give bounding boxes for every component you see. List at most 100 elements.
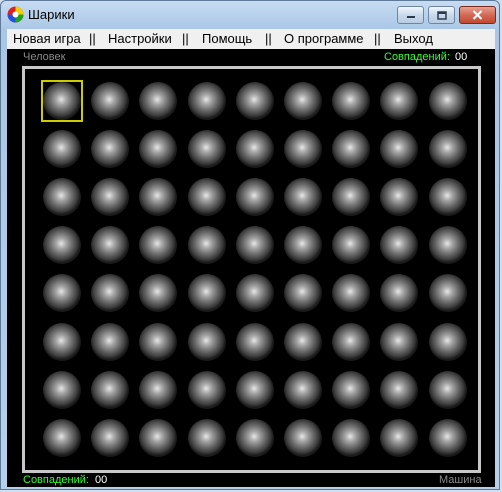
ball[interactable] [139,322,178,361]
player-bottom-matches-label: Совпадений: [23,474,89,486]
ball[interactable] [187,82,226,120]
window-title: Шарики [28,7,75,22]
menu-new-game[interactable]: Новая игра [13,31,81,46]
player-bottom-matches-value: 00 [95,474,108,486]
minimize-icon [406,16,415,18]
ball[interactable] [187,322,226,361]
ball[interactable] [91,82,130,120]
ball[interactable] [380,226,419,265]
ball[interactable] [91,322,130,361]
menu-help[interactable]: Помощь [202,31,252,46]
ball[interactable] [139,130,178,169]
menu-separator: || [89,31,96,46]
app-icon [7,6,24,23]
ball[interactable] [380,370,419,409]
ball[interactable] [284,322,322,361]
ball[interactable] [428,274,467,313]
selection-cursor [41,80,83,122]
ball[interactable] [187,418,226,457]
ball[interactable] [235,370,274,409]
ball[interactable] [428,418,467,457]
ball[interactable] [284,130,322,169]
menu-separator: || [265,31,272,46]
ball[interactable] [187,130,226,169]
ball[interactable] [428,130,467,169]
ball[interactable] [332,370,371,409]
ball[interactable] [284,82,322,120]
player-top-name: Человек [23,51,66,63]
ball[interactable] [43,226,81,265]
player-bottom-name: Машина [439,474,482,486]
menu-bar: Новая игра || Настройки || Помощь || О п… [7,29,495,49]
ball[interactable] [235,322,274,361]
ball[interactable] [284,418,322,457]
ball[interactable] [187,274,226,313]
ball[interactable] [187,370,226,409]
ball[interactable] [284,274,322,313]
ball[interactable] [139,370,178,409]
ball[interactable] [139,274,178,313]
ball[interactable] [235,130,274,169]
ball[interactable] [428,370,467,409]
ball[interactable] [380,274,419,313]
player-top-matches-label: Совпадений: [384,51,450,63]
ball[interactable] [284,178,322,217]
ball[interactable] [139,178,178,217]
ball[interactable] [235,226,274,265]
ball[interactable] [91,370,130,409]
ball[interactable] [43,130,81,169]
ball[interactable] [380,82,419,120]
ball[interactable] [139,226,178,265]
ball[interactable] [428,178,467,217]
ball[interactable] [284,226,322,265]
close-icon [472,10,483,20]
game-window: Шарики Новая игра || Настройки || Помощь… [0,0,500,490]
menu-exit[interactable]: Выход [394,31,433,46]
game-area: Человек Совпадений: 00 Совпадений: 00 Ма… [7,49,495,487]
menu-separator: || [374,31,381,46]
ball[interactable] [91,226,130,265]
maximize-button[interactable] [428,6,455,24]
menu-separator: || [182,31,189,46]
ball[interactable] [332,82,371,120]
ball[interactable] [187,226,226,265]
ball[interactable] [380,178,419,217]
ball[interactable] [428,82,467,120]
ball[interactable] [235,82,274,120]
title-bar[interactable]: Шарики [1,1,501,29]
ball[interactable] [139,418,178,457]
ball[interactable] [235,418,274,457]
ball[interactable] [43,370,81,409]
ball[interactable] [187,178,226,217]
ball[interactable] [332,130,371,169]
ball[interactable] [380,418,419,457]
ball[interactable] [284,370,322,409]
ball[interactable] [43,274,81,313]
menu-about[interactable]: О программе [284,31,364,46]
ball[interactable] [428,226,467,265]
ball[interactable] [332,322,371,361]
ball[interactable] [428,322,467,361]
ball[interactable] [332,178,371,217]
ball[interactable] [332,418,371,457]
ball[interactable] [380,322,419,361]
ball[interactable] [380,130,419,169]
maximize-icon [436,10,447,20]
ball[interactable] [43,178,81,217]
ball[interactable] [235,274,274,313]
ball[interactable] [332,226,371,265]
game-board [22,66,481,473]
ball[interactable] [91,130,130,169]
player-top-matches-value: 00 [455,51,468,63]
ball[interactable] [91,178,130,217]
ball[interactable] [91,274,130,313]
ball[interactable] [43,418,81,457]
ball[interactable] [43,322,81,361]
close-button[interactable] [459,6,496,24]
menu-settings[interactable]: Настройки [108,31,172,46]
ball[interactable] [332,274,371,313]
ball[interactable] [235,178,274,217]
minimize-button[interactable] [397,6,424,24]
ball[interactable] [91,418,130,457]
ball[interactable] [139,82,178,120]
